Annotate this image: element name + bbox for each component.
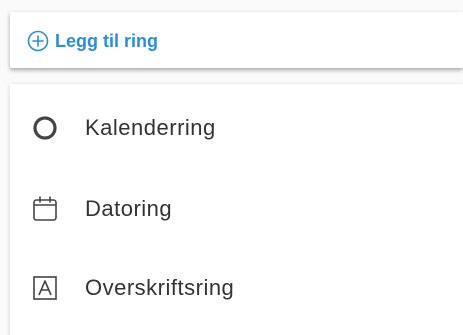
ring-type-menu: Kalenderring Datoring Overskriftsring (10, 84, 463, 335)
menu-item-label: Overskriftsring (85, 275, 235, 300)
letter-a-box-icon (30, 273, 60, 303)
page: Legg til ring Kalenderring Datoring Over… (0, 0, 463, 335)
calendar-icon (30, 194, 60, 224)
plus-circle-icon (27, 30, 49, 52)
circle-ring-icon (30, 113, 60, 143)
menu-item-date-ring[interactable]: Datoring (10, 179, 463, 239)
menu-item-calendar-ring[interactable]: Kalenderring (10, 98, 463, 158)
add-ring-bar: Legg til ring (10, 12, 463, 68)
menu-item-heading-ring[interactable]: Overskriftsring (10, 258, 463, 318)
menu-item-label: Kalenderring (85, 115, 216, 140)
add-ring-label: Legg til ring (55, 30, 158, 51)
menu-item-label: Datoring (85, 196, 173, 221)
add-ring-button[interactable]: Legg til ring (27, 29, 158, 53)
